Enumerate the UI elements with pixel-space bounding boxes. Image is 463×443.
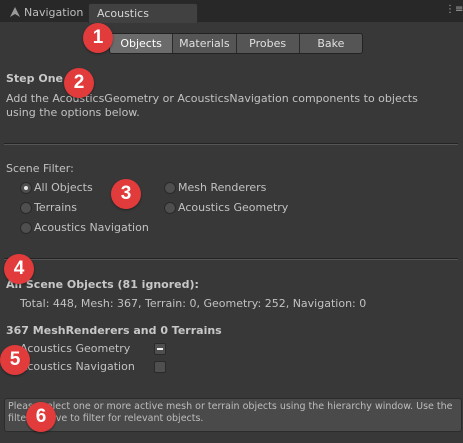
mesh-section-title: 367 MeshRenderers and 0 Terrains: [6, 324, 222, 337]
acoustics-geometry-row: Acoustics Geometry: [20, 342, 170, 356]
radio-label: Acoustics Geometry: [178, 201, 289, 214]
acoustics-navigation-row: Acoustics Navigation: [20, 360, 170, 374]
acoustics-geometry-checkbox[interactable]: [154, 343, 166, 355]
annotation-badge-3: 3: [111, 179, 141, 209]
radio-label: Terrains: [34, 201, 77, 214]
tab-navigation[interactable]: Navigation: [2, 3, 91, 22]
navigation-icon: [10, 7, 20, 17]
radio-dot: [164, 202, 176, 214]
toolbar-materials-button[interactable]: Materials: [172, 34, 236, 53]
radio-dot: [164, 182, 176, 194]
radio-dot: [20, 222, 32, 234]
acoustics-navigation-checkbox[interactable]: [154, 361, 166, 373]
toolbar-objects-button[interactable]: Objects: [110, 34, 173, 53]
window-tab-bar: Navigation Acoustics ⋮≡: [0, 0, 463, 23]
divider: [4, 258, 458, 260]
scene-object-stats: Total: 448, Mesh: 367, Terrain: 0, Geome…: [20, 297, 367, 310]
step-title: Step One: [6, 72, 63, 85]
radio-label: Mesh Renderers: [178, 181, 267, 194]
radio-label: All Objects: [34, 181, 93, 194]
annotation-badge-6: 6: [26, 402, 56, 432]
radio-dot: [20, 182, 32, 194]
acoustics-toolbar: Objects Materials Probes Bake: [109, 33, 363, 54]
all-scene-objects-title: All Scene Objects (81 ignored):: [6, 278, 199, 291]
scene-filter-label: Scene Filter:: [6, 162, 74, 175]
acoustics-geometry-label: Acoustics Geometry: [20, 342, 131, 355]
radio-dot: [20, 202, 32, 214]
annotation-badge-5: 5: [0, 345, 30, 375]
acoustics-navigation-label: Acoustics Navigation: [20, 360, 135, 373]
annotation-badge-4: 4: [4, 254, 34, 284]
annotation-badge-2: 2: [64, 68, 94, 98]
tab-navigation-label: Navigation: [24, 6, 84, 19]
toolbar-bake-button[interactable]: Bake: [298, 34, 362, 53]
context-menu-icon[interactable]: ⋮≡: [445, 3, 463, 17]
tab-acoustics[interactable]: Acoustics: [88, 3, 198, 23]
toolbar-probes-button[interactable]: Probes: [235, 34, 299, 53]
tab-acoustics-label: Acoustics: [97, 7, 149, 20]
annotation-badge-1: 1: [83, 23, 113, 53]
divider: [4, 143, 458, 145]
radio-label: Acoustics Navigation: [34, 221, 149, 234]
help-message-box: Please select one or more active mesh or…: [4, 398, 462, 432]
